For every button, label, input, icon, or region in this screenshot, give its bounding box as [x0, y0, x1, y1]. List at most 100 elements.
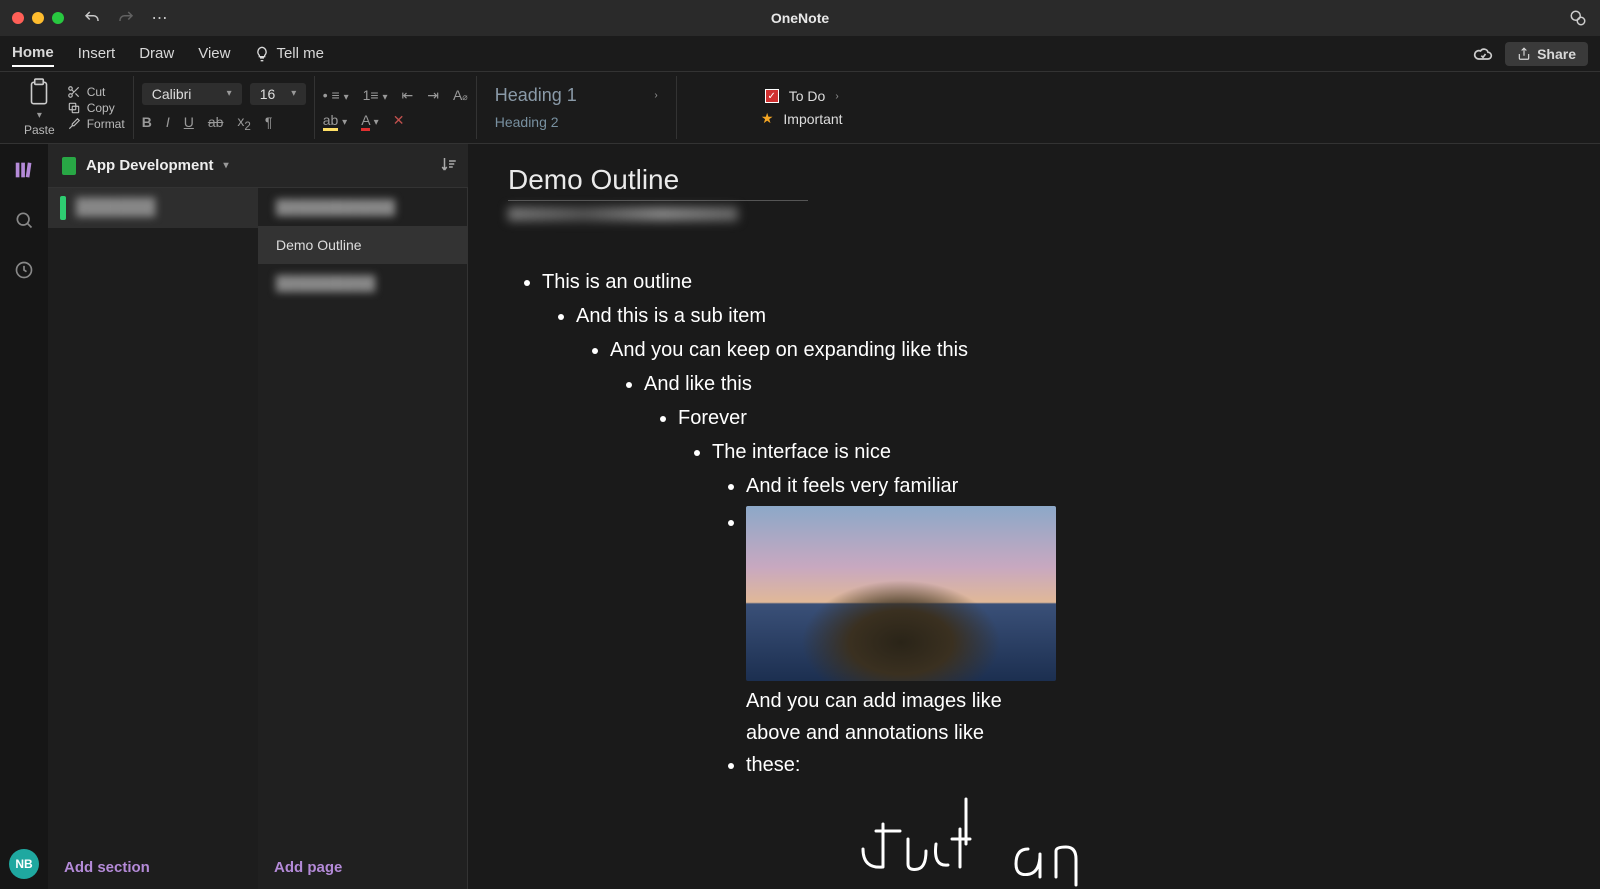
avatar[interactable]: NB	[9, 849, 39, 879]
tell-me-label: Tell me	[276, 45, 324, 62]
bullet-text[interactable]: And like this	[644, 373, 752, 395]
paste-label: Paste	[24, 123, 55, 137]
add-page-button[interactable]: Add page	[258, 845, 467, 889]
bullets-button[interactable]: • ≡ ▾	[323, 87, 349, 103]
share-button[interactable]: Share	[1505, 42, 1588, 66]
numbering-button[interactable]: 1≡ ▾	[363, 87, 388, 103]
recent-icon[interactable]	[12, 258, 36, 282]
chevron-down-icon: ▾	[37, 110, 42, 121]
section-color-swatch	[60, 196, 66, 220]
page-date-redacted	[508, 207, 1560, 226]
share-icon	[1517, 47, 1531, 61]
window-controls	[12, 12, 64, 24]
page-item[interactable]: ██████████	[258, 264, 467, 302]
zoom-window-button[interactable]	[52, 12, 64, 24]
pages-list: ████████████ Demo Outline ██████████ Add…	[258, 188, 468, 889]
paintbrush-icon	[67, 117, 81, 131]
undo-icon[interactable]	[82, 8, 102, 28]
add-section-button[interactable]: Add section	[48, 845, 258, 889]
star-icon: ★	[761, 110, 774, 127]
clipboard-group: ▾ Paste Cut Copy Format	[10, 76, 134, 139]
outline-content[interactable]: This is an outline And this is a sub ite…	[508, 266, 1560, 889]
ink-annotation[interactable]	[848, 783, 1560, 889]
page-title[interactable]: Demo Outline	[508, 164, 808, 201]
redo-icon[interactable]	[116, 8, 136, 28]
tab-insert[interactable]: Insert	[78, 41, 116, 66]
notebook-icon	[62, 157, 76, 175]
bold-button[interactable]: B	[142, 114, 152, 130]
font-size-select[interactable]: 16▾	[250, 83, 306, 105]
ribbon-tabs: Home Insert Draw View Tell me Share	[0, 36, 1600, 72]
copy-icon	[67, 101, 81, 115]
font-group: Calibri▾ 16▾ B I U ab x2 ¶	[134, 76, 315, 139]
scissors-icon	[67, 85, 81, 99]
chevron-right-icon: ›	[835, 91, 838, 102]
underline-button[interactable]: U	[184, 114, 194, 130]
italic-button[interactable]: I	[166, 114, 170, 130]
sync-status-icon[interactable]	[1568, 8, 1588, 28]
tab-view[interactable]: View	[198, 41, 230, 66]
clear-button[interactable]: ✕	[393, 112, 405, 129]
body: NB App Development ▾ ███████ Add section…	[0, 144, 1600, 889]
cloud-sync-icon[interactable]	[1473, 44, 1493, 64]
left-rail: NB	[0, 144, 48, 889]
chevron-down-icon: ▾	[224, 160, 229, 171]
clipboard-icon	[26, 78, 52, 108]
app-title: OneNote	[771, 10, 829, 26]
tag-important[interactable]: ★ Important	[761, 110, 843, 127]
titlebar: ⋯ OneNote	[0, 0, 1600, 36]
tell-me[interactable]: Tell me	[254, 45, 324, 62]
cut-button[interactable]: Cut	[67, 85, 125, 99]
paste-button[interactable]: ▾ Paste	[18, 78, 61, 137]
share-label: Share	[1537, 46, 1576, 62]
ribbon: ▾ Paste Cut Copy Format Calibri▾ 16▾	[0, 72, 1600, 144]
tab-draw[interactable]: Draw	[139, 41, 174, 66]
section-item[interactable]: ███████	[48, 188, 258, 228]
search-icon[interactable]	[12, 208, 36, 232]
page-item[interactable]: ████████████	[258, 188, 467, 226]
font-family-select[interactable]: Calibri▾	[142, 83, 242, 105]
checkbox-icon: ✓	[765, 89, 779, 103]
sections-list: ███████ Add section	[48, 188, 258, 889]
bullet-text[interactable]: And this is a sub item	[576, 305, 766, 327]
page-name-redacted: ██████████	[276, 275, 375, 291]
clear-formatting-button[interactable]: A⌀	[453, 87, 468, 103]
highlight-button[interactable]: ab ▾	[323, 112, 348, 128]
paragraph-spacing-button[interactable]: ¶	[265, 114, 273, 130]
chevron-right-icon: ›	[654, 90, 657, 101]
bullet-text[interactable]: Forever	[678, 407, 747, 429]
page-name-redacted: ████████████	[276, 199, 395, 215]
close-window-button[interactable]	[12, 12, 24, 24]
styles-group: Heading 1 › Heading 2	[477, 76, 677, 139]
tags-group: ✓ To Do › ★ Important	[677, 76, 927, 139]
font-color-button[interactable]: A ▾	[361, 112, 379, 128]
subscript-button[interactable]: x2	[237, 113, 250, 133]
chevron-down-icon: ▾	[227, 88, 232, 99]
indent-button[interactable]: ⇥	[427, 87, 439, 104]
tag-todo[interactable]: ✓ To Do ›	[765, 88, 839, 104]
notebooks-icon[interactable]	[12, 158, 36, 182]
paragraph-group: • ≡ ▾ 1≡ ▾ ⇤ ⇥ A⌀ ab ▾ A ▾ ✕	[315, 76, 477, 139]
lightbulb-icon	[254, 46, 270, 62]
strikethrough-button[interactable]: ab	[208, 114, 224, 130]
sort-icon[interactable]	[440, 155, 458, 177]
note-canvas[interactable]: Demo Outline This is an outline And this…	[468, 144, 1600, 889]
embedded-image[interactable]	[746, 506, 1056, 681]
more-icon[interactable]: ⋯	[150, 8, 170, 28]
tab-home[interactable]: Home	[12, 40, 54, 67]
bullet-text[interactable]: And it feels very familiar	[746, 475, 958, 497]
bullet-text[interactable]: And you can keep on expanding like this	[610, 339, 968, 361]
minimize-window-button[interactable]	[32, 12, 44, 24]
copy-button[interactable]: Copy	[67, 101, 125, 115]
bullet-text[interactable]: This is an outline	[542, 271, 692, 293]
style-heading2[interactable]: Heading 2	[485, 112, 668, 132]
notebook-header[interactable]: App Development ▾	[48, 144, 468, 188]
bullet-text[interactable]: And you can add images like above and an…	[746, 685, 1026, 781]
outdent-button[interactable]: ⇤	[401, 87, 413, 104]
page-item-demo-outline[interactable]: Demo Outline	[258, 226, 467, 264]
format-painter-button[interactable]: Format	[67, 117, 125, 131]
notebook-name: App Development	[86, 157, 214, 174]
bullet-text[interactable]: The interface is nice	[712, 441, 891, 463]
style-heading1[interactable]: Heading 1 ›	[485, 83, 668, 108]
chevron-down-icon: ▾	[291, 88, 296, 99]
